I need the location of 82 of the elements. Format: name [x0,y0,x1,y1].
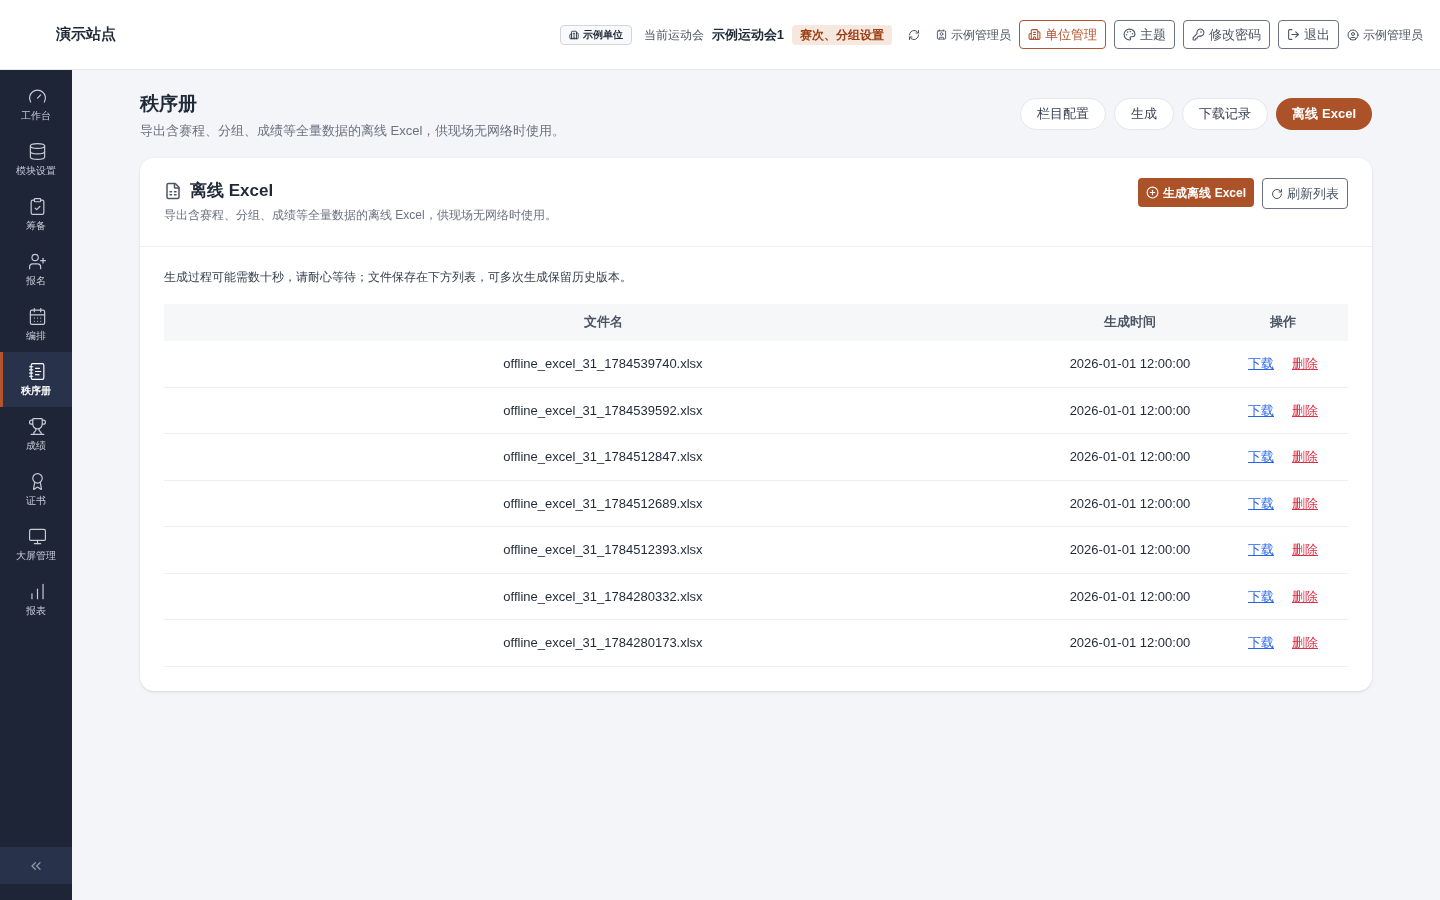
monitor-icon [28,526,47,546]
sidebar-item[interactable]: 大屏管理 [0,517,72,572]
download-link[interactable]: 下载 [1248,449,1274,464]
sidebar-item[interactable]: 成绩 [0,407,72,462]
calendar-icon [28,306,47,326]
file-name-cell: offline_excel_31_1784280332.xlsx [164,573,1042,620]
admin-label: 示例管理员 [936,25,1011,44]
header-button[interactable]: 主题 [1114,20,1175,49]
card-subtitle: 导出含赛程、分组、成绩等全量数据的离线 Excel，供现场无网络时使用。 [164,206,557,224]
column-header: 文件名 [164,303,1042,341]
time-cell: 2026-01-01 12:00:00 [1042,526,1218,573]
sidebar-item[interactable]: 证书 [0,462,72,517]
delete-link[interactable]: 删除 [1292,402,1318,418]
meet-name: 示例运动会1 [711,25,784,44]
bar-chart-icon [28,581,47,601]
column-header: 操作 [1218,303,1348,341]
download-link[interactable]: 下载 [1248,402,1274,418]
download-link[interactable]: 下载 [1248,542,1274,557]
time-cell: 2026-01-01 12:00:00 [1042,433,1218,480]
unit-badge: 示例单位 [559,24,632,45]
card-title: 离线 Excel [190,180,274,202]
palette-icon [1123,28,1136,41]
sidebar-item[interactable]: 秩序册 [0,352,72,407]
building-icon [1028,28,1041,41]
file-name-cell: offline_excel_31_1784512393.xlsx [164,526,1042,573]
delete-link[interactable]: 删除 [1292,588,1318,604]
download-link[interactable]: 下载 [1248,355,1274,371]
page-tab[interactable]: 生成 [1114,98,1175,130]
page-tab[interactable]: 栏目配置 [1020,98,1107,130]
page-tab[interactable]: 下载记录 [1182,98,1269,130]
spreadsheet-icon [164,181,182,200]
user-name[interactable]: 示例管理员 [1347,25,1423,44]
generate-button[interactable]: 生成离线 Excel [1138,178,1254,207]
time-cell: 2026-01-01 12:00:00 [1042,619,1218,666]
plus-icon [1146,186,1160,199]
file-name-cell: offline_excel_31_1784512689.xlsx [164,480,1042,527]
user-icon [1347,28,1359,41]
sidebar-item[interactable]: 工作台 [0,77,72,132]
database-icon [28,141,47,161]
file-name-cell: offline_excel_31_1784539740.xlsx [164,340,1042,387]
page-title: 秩序册 [140,92,198,116]
notebook-icon [28,361,47,381]
id-badge-icon [936,29,947,40]
refresh-icon [1271,187,1283,200]
file-name-cell: offline_excel_31_1784539592.xlsx [164,387,1042,434]
sidebar-item[interactable]: 编排 [0,297,72,352]
download-link[interactable]: 下载 [1248,588,1274,604]
page-subtitle: 导出含赛程、分组、成绩等全量数据的离线 Excel，供现场无网络时使用。 [140,121,566,140]
page-tab[interactable]: 离线 Excel [1276,98,1372,130]
download-link[interactable]: 下载 [1248,495,1274,511]
column-header: 生成时间 [1042,303,1218,341]
refresh-icon[interactable] [908,28,920,41]
sidebar-item[interactable]: 报名 [0,242,72,297]
header-button[interactable]: 退出 [1278,20,1339,49]
sidebar-item[interactable]: 报表 [0,572,72,627]
building-icon [568,29,579,40]
site-title: 演示站点 [56,24,116,45]
sidebar-item[interactable]: 筹备 [0,187,72,242]
meet-label: 当前运动会 [643,26,704,44]
sidebar-item[interactable]: 模块设置 [0,132,72,187]
delete-link[interactable]: 删除 [1292,635,1318,650]
settings-tag[interactable]: 赛次、分组设置 [792,24,892,45]
header-button[interactable]: 修改密码 [1183,20,1270,49]
key-icon [1192,28,1205,41]
refresh-button[interactable]: 刷新列表 [1262,178,1348,209]
delete-link[interactable]: 删除 [1292,542,1318,557]
download-link[interactable]: 下载 [1248,635,1274,650]
header-button[interactable]: 单位管理 [1019,20,1106,49]
file-name-cell: offline_excel_31_1784512847.xlsx [164,433,1042,480]
note-text: 生成过程可能需数十秒，请耐心等待；文件保存在下方列表，可多次生成保留历史版本。 [164,268,633,286]
time-cell: 2026-01-01 12:00:00 [1042,340,1218,387]
file-name-cell: offline_excel_31_1784280173.xlsx [164,619,1042,666]
time-cell: 2026-01-01 12:00:00 [1042,480,1218,527]
trophy-icon [28,416,47,436]
logout-icon [1287,28,1300,41]
time-cell: 2026-01-01 12:00:00 [1042,387,1218,434]
time-cell: 2026-01-01 12:00:00 [1042,573,1218,620]
add-user-icon [28,251,47,271]
delete-link[interactable]: 删除 [1292,355,1318,371]
delete-link[interactable]: 删除 [1292,495,1318,511]
clipboard-icon [28,196,47,216]
delete-link[interactable]: 删除 [1292,449,1318,464]
